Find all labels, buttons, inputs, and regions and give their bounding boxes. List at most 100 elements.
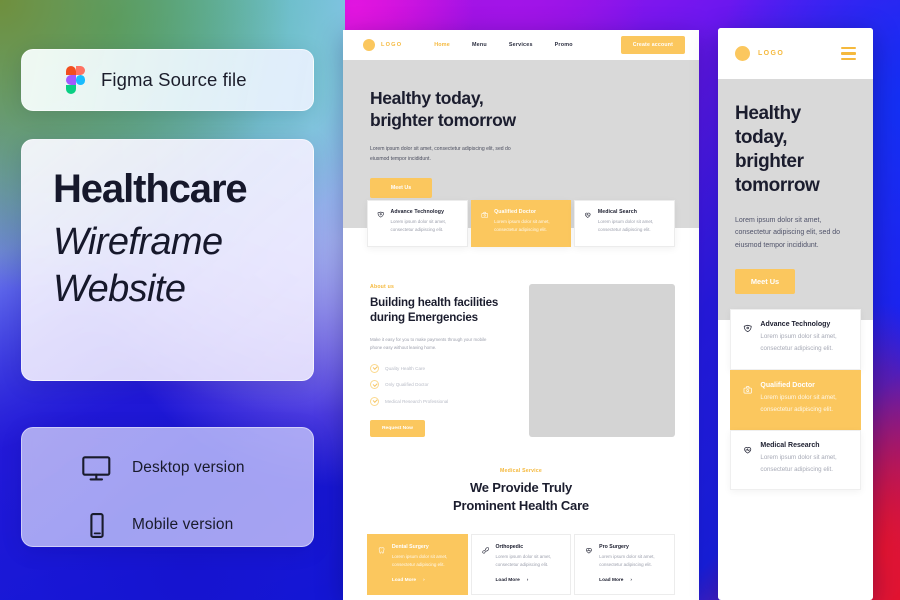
version-row-desktop: Desktop version [22,449,313,487]
mobile-hero-heading: Healthy today, brighter tomorrow [735,102,856,199]
nav-link-home[interactable]: Home [434,42,450,48]
mobile-hero-meet-us-button[interactable]: Meet Us [735,269,795,295]
mobile-feature-card-medical-research[interactable]: Medical Research Lorem ipsum dolor sit a… [730,429,861,490]
about-checklist-label: Quality Health Care [385,365,426,371]
about-heading-line1: Building health facilities [370,296,499,309]
desktop-logo[interactable]: LOGO [363,39,402,51]
version-list-card: Desktop version Mobile version [21,427,314,547]
about-checklist-label: Only Qualified Doctor [385,382,429,388]
mobile-feature-card-desc: Lorem ipsum dolor sit amet, consectetur … [760,393,837,413]
desktop-hero-heading-line2: brighter tomorrow [370,110,516,131]
about-heading-line2: during Emergencies [370,311,478,325]
nav-link-services[interactable]: Services [509,42,533,48]
promo-title-line1: Healthcare [53,167,248,211]
desktop-about-section: About us Building health facilities duri… [343,247,699,438]
about-checklist-item: Only Qualified Doctor [370,380,513,390]
desktop-service-cards: Dental Surgery Lorem ipsum dolor sit ame… [343,533,699,596]
service-card-orthopedic[interactable]: Orthopedic Lorem ipsum dolor sit amet, c… [470,533,572,596]
service-card-desc: Lorem ipsum dolor sit amet, consectetur … [495,553,552,567]
check-circle-icon [370,396,379,406]
version-label-desktop: Desktop version [132,459,245,476]
about-eyebrow: About us [370,284,395,290]
version-label-mobile: Mobile version [132,516,234,533]
about-checklist-item: Medical Research Professional [370,396,513,406]
figma-logo-icon [66,66,85,94]
mobile-hero-heading-line1: Healthy [735,103,801,124]
services-eyebrow: Medical Service [500,468,542,475]
hamburger-menu-icon[interactable] [841,46,856,61]
mobile-feature-card-title: Qualified Doctor [760,381,815,389]
desktop-nav-links: Home Menu Services Promo Create account [434,36,685,54]
mobile-feature-card-desc: Lorem ipsum dolor sit amet, consectetur … [760,333,837,353]
desktop-logo-text: LOGO [381,42,403,48]
desktop-feature-cards: Advance Technology Lorem ipsum dolor sit… [343,200,699,247]
feature-card-desc: Lorem ipsum dolor sit amet, consectetur … [390,219,446,233]
promo-title-line3: Website [53,267,186,310]
desktop-navbar: LOGO Home Menu Services Promo Create acc… [343,30,699,60]
tooth-shield-icon [743,325,752,333]
mobile-feature-card-title: Medical Research [760,441,820,449]
desktop-services-header: Medical Service We Provide Truly Promine… [343,468,699,514]
feature-card-medical-search[interactable]: Medical Search Lorem ipsum dolor sit ame… [574,200,676,247]
service-card-load-more-label: Load More [495,578,520,584]
feature-card-qualified-doctor[interactable]: Qualified Doctor Lorem ipsum dolor sit a… [470,200,572,247]
service-card-desc: Lorem ipsum dolor sit amet, consectetur … [599,553,655,567]
service-card-pro-surgery[interactable]: Pro Surgery Lorem ipsum dolor sit amet, … [574,533,676,596]
mobile-feature-card-qualified-doctor[interactable]: Qualified Doctor Lorem ipsum dolor sit a… [730,369,861,430]
mobile-hero-heading-line3: brighter [735,151,804,173]
feature-card-title: Qualified Doctor [494,209,537,215]
service-card-title: Pro Surgery [599,543,629,550]
check-circle-icon [370,363,379,373]
chevron-right-icon: › [526,578,529,584]
bone-icon [482,546,489,554]
check-circle-icon [370,380,379,390]
tooth-shield-icon [377,211,384,218]
services-heading-line2: Prominent Health Care [453,497,589,513]
service-card-title: Orthopedic [495,543,524,550]
desktop-hero-heading-line1: Healthy today, [370,88,484,108]
promo-panel: Figma Source file Healthcare Wireframe W… [0,0,345,600]
services-heading-line1: We Provide Truly [469,480,573,496]
service-card-load-more[interactable]: Load More › [392,578,458,583]
heart-pulse-icon [586,547,593,553]
version-row-mobile: Mobile version [22,506,313,544]
feature-card-title: Medical Search [597,209,637,215]
service-card-title: Dental Surgery [391,543,429,550]
logo-circle-icon [735,46,750,61]
about-checklist: Quality Health Care Only Qualified Docto… [370,363,513,406]
service-card-load-more[interactable]: Load More › [495,578,561,583]
about-request-now-button[interactable]: Request Now [370,420,425,438]
about-heading: Building health facilities during Emerge… [370,295,513,326]
service-card-desc: Lorem ipsum dolor sit amet, consectetur … [391,553,448,567]
services-heading: We Provide Truly Prominent Health Care [343,479,699,514]
feature-card-desc: Lorem ipsum dolor sit amet, consectetur … [494,219,550,233]
feature-card-title: Advance Technology [390,209,445,215]
desktop-monitor-icon [82,455,111,480]
mobile-logo-text: LOGO [758,50,785,57]
mobile-mockup: LOGO Healthy today, brighter tomorrow Lo… [718,28,873,600]
feature-card-desc: Lorem ipsum dolor sit amet, consectetur … [597,219,654,233]
service-card-load-more[interactable]: Load More › [599,578,665,583]
desktop-hero-meet-us-button[interactable]: Meet Us [370,178,432,199]
figma-badge-label: Figma Source file [101,69,247,90]
desktop-hero-paragraph: Lorem ipsum dolor sit amet, consectetur … [370,146,511,162]
mobile-hero-heading-line4: tomorrow [735,175,820,197]
chevron-right-icon: › [630,578,633,584]
mobile-hero: Healthy today, brighter tomorrow Lorem i… [718,79,873,321]
tooth-icon [378,546,385,554]
promo-title-line2: Wireframe [53,221,223,263]
feature-card-advance-technology[interactable]: Advance Technology Lorem ipsum dolor sit… [367,200,468,247]
service-card-dental-surgery[interactable]: Dental Surgery Lorem ipsum dolor sit ame… [367,533,468,596]
nav-link-menu[interactable]: Menu [472,42,487,48]
desktop-mockup: LOGO Home Menu Services Promo Create acc… [343,30,699,600]
about-image-placeholder [529,284,675,437]
mobile-navbar: LOGO [718,28,873,79]
nav-link-promo[interactable]: Promo [555,42,573,48]
mobile-phone-icon [90,512,104,538]
create-account-button[interactable]: Create account [620,36,685,54]
mobile-hero-paragraph: Lorem ipsum dolor sit amet, consectetur … [735,216,841,250]
heart-pulse-icon [585,212,591,218]
logo-circle-icon [363,39,375,51]
about-checklist-item: Quality Health Care [370,363,513,373]
mobile-feature-card-advance-technology[interactable]: Advance Technology Lorem ipsum dolor sit… [730,309,861,370]
